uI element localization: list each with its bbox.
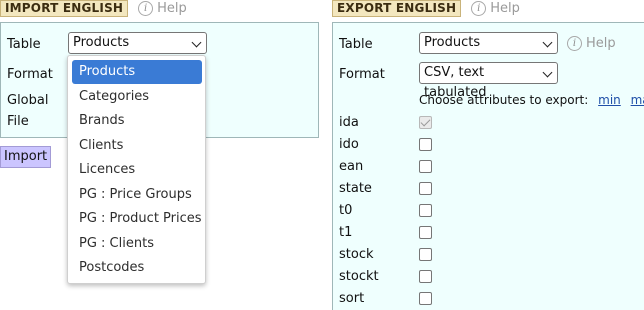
import-file-label: File [7, 114, 29, 129]
dropdown-option[interactable]: Clients [72, 134, 202, 158]
import-table-value: Products [73, 35, 130, 50]
attribute-checkbox[interactable] [419, 160, 432, 173]
choose-attributes-text: Choose attributes to export: [419, 93, 589, 107]
info-icon: i [138, 1, 154, 16]
export-table-help-label: Help [586, 36, 616, 51]
export-help-link[interactable]: i Help [471, 1, 520, 16]
dropdown-option[interactable]: Products [72, 60, 202, 84]
dropdown-option[interactable]: Categories [72, 85, 202, 109]
chevron-down-icon [542, 67, 553, 78]
export-table-help-link[interactable]: i Help [567, 36, 616, 51]
attribute-label: t1 [339, 225, 353, 240]
export-format-label: Format [339, 67, 385, 82]
export-table-select[interactable]: Products [419, 32, 558, 54]
import-table-label: Table [7, 37, 41, 52]
dropdown-option[interactable]: Postcodes [72, 256, 202, 280]
export-table-label: Table [339, 37, 373, 52]
dropdown-option[interactable]: Licences [72, 158, 202, 182]
import-table-select[interactable]: Products [68, 32, 207, 54]
attribute-label: stockt [339, 269, 379, 284]
table-dropdown-list: Products Categories Brands Clients Licen… [67, 55, 206, 284]
attribute-label: sort [339, 291, 365, 306]
attribute-checkbox[interactable] [419, 204, 432, 217]
dropdown-option[interactable]: PG : Product Prices [72, 207, 202, 231]
attribute-label: stock [339, 247, 374, 262]
attribute-checkbox[interactable] [419, 182, 432, 195]
chevron-down-icon [191, 37, 202, 48]
max-link[interactable]: max [631, 93, 644, 107]
export-table-value: Products [424, 35, 481, 50]
import-title: IMPORT ENGLISH [0, 0, 129, 17]
dropdown-option[interactable]: PG : Price Groups [72, 183, 202, 207]
chevron-down-icon [542, 37, 553, 48]
attribute-checkbox[interactable] [419, 292, 432, 305]
import-help-link[interactable]: i Help [138, 1, 187, 16]
info-icon: i [567, 36, 582, 51]
min-link[interactable]: min [598, 93, 621, 107]
attribute-checkbox [419, 116, 432, 129]
attribute-label: state [339, 181, 372, 196]
export-header: EXPORT ENGLISH i Help [332, 0, 520, 17]
attribute-checkbox[interactable] [419, 226, 432, 239]
export-title: EXPORT ENGLISH [332, 0, 462, 17]
attribute-label: ida [339, 115, 359, 130]
import-global-label: Global [7, 93, 49, 108]
attribute-label: ean [339, 159, 364, 174]
export-help-label: Help [490, 1, 520, 16]
import-button[interactable]: Import [0, 146, 52, 168]
export-format-select[interactable]: CSV, text tabulated [419, 62, 558, 100]
attribute-label: t0 [339, 203, 353, 218]
import-format-label: Format [7, 67, 53, 82]
attribute-checkbox[interactable] [419, 270, 432, 283]
info-icon: i [471, 1, 487, 16]
import-help-label: Help [157, 1, 187, 16]
attribute-checkbox[interactable] [419, 248, 432, 261]
page-root: IMPORT ENGLISH i Help Table Products For… [0, 0, 644, 310]
export-panel: Table Products i Help Format CSV, text t… [332, 22, 644, 310]
dropdown-option[interactable]: Brands [72, 109, 202, 133]
attribute-checkbox[interactable] [419, 138, 432, 151]
choose-attributes-row: Choose attributes to export: min max [419, 93, 644, 107]
attribute-label: ido [339, 137, 359, 152]
import-header: IMPORT ENGLISH i Help [0, 0, 187, 17]
dropdown-option[interactable]: PG : Clients [72, 232, 202, 256]
